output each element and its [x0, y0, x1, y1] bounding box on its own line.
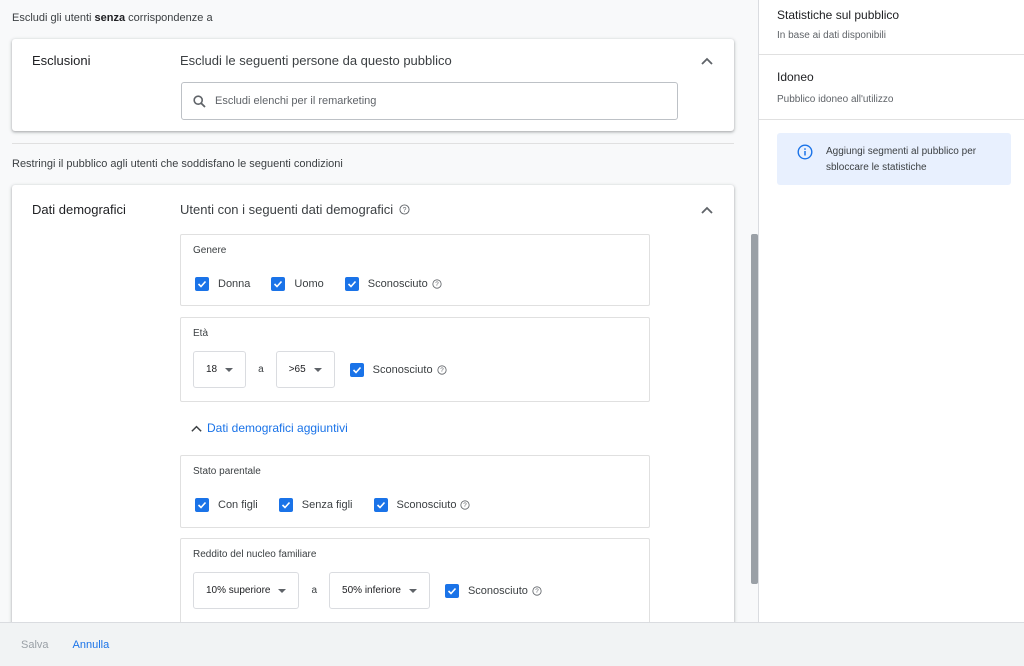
gender-checkbox-donna[interactable]: Donna — [195, 277, 250, 291]
income-from-value: 10% superiore — [206, 585, 271, 596]
checkbox-label: Uomo — [294, 278, 324, 290]
help-icon[interactable]: ? — [532, 585, 542, 596]
age-range: 18 a >65 Sconosciuto ? — [193, 351, 468, 388]
eligible-subtitle: Pubblico idoneo all'utilizzo — [777, 94, 894, 105]
save-button[interactable]: Salva — [21, 639, 49, 651]
stats-title: Statistiche sul pubblico — [777, 8, 900, 22]
checkbox-label: Senza figli — [301, 499, 353, 511]
checkbox-checked-icon[interactable] — [444, 583, 459, 598]
cancel-button[interactable]: Annulla — [73, 639, 110, 651]
footer-bar: Salva Annulla — [0, 622, 1024, 666]
divider — [759, 119, 1024, 120]
checkbox-checked-icon[interactable] — [271, 277, 286, 291]
gender-options: Donna Uomo Sconosciuto ? — [195, 277, 463, 291]
search-placeholder: Escludi elenchi per il remarketing — [215, 95, 377, 107]
gender-checkbox-uomo[interactable]: Uomo — [271, 277, 324, 291]
income-label: Reddito del nucleo familiare — [193, 549, 317, 560]
svg-text:?: ? — [403, 207, 407, 214]
exclusions-subtitle-text: Escludi le seguenti persone da questo pu… — [180, 53, 452, 68]
age-section: Età 18 a >65 Sconosciuto ? — [180, 317, 650, 402]
info-icon — [797, 144, 813, 160]
parental-label: Stato parentale — [193, 466, 261, 477]
dropdown-caret-icon — [313, 367, 322, 372]
parental-checkbox-sconosciuto[interactable]: Sconosciuto ? — [373, 498, 471, 512]
divider — [759, 54, 1024, 55]
exclusions-card: Esclusioni Escludi le seguenti persone d… — [12, 39, 734, 131]
age-to-value: >65 — [288, 364, 306, 375]
income-range-separator: a — [311, 585, 318, 596]
additional-demographics-toggle[interactable]: Dati demografici aggiuntivi — [190, 421, 348, 435]
exclusions-subtitle: Escludi le seguenti persone da questo pu… — [180, 53, 452, 68]
audience-stats-panel: Statistiche sul pubblico In base ai dati… — [758, 0, 1024, 622]
svg-text:?: ? — [435, 281, 439, 288]
svg-text:?: ? — [464, 502, 468, 509]
checkbox-checked-icon[interactable] — [278, 498, 293, 512]
additional-demographics-label: Dati demografici aggiuntivi — [207, 421, 348, 435]
exclude-intro: Escludi gli utenti senza corrispondenze … — [12, 12, 213, 24]
exclude-intro-suffix: corrispondenze a — [125, 12, 213, 24]
checkbox-checked-icon[interactable] — [344, 277, 359, 291]
checkbox-label: Sconosciuto — [467, 584, 528, 597]
exclude-intro-prefix: Escludi gli utenti — [12, 12, 95, 24]
checkbox-label: Con figli — [218, 499, 258, 511]
help-icon[interactable]: ? — [437, 364, 447, 375]
parental-checkbox-senza-figli[interactable]: Senza figli — [278, 498, 353, 512]
parental-section: Stato parentale Con figli Senza figli Sc… — [180, 455, 650, 528]
stats-subtitle: In base ai dati disponibili — [777, 30, 886, 41]
checkbox-label: Sconosciuto — [367, 278, 428, 290]
demographics-subtitle-text: Utenti con i seguenti dati demografici — [180, 202, 394, 217]
demographics-subtitle: Utenti con i seguenti dati demografici ? — [180, 202, 410, 217]
checkbox-checked-icon[interactable] — [195, 277, 209, 291]
age-range-separator: a — [258, 364, 264, 375]
age-from-dropdown[interactable]: 18 — [193, 351, 247, 388]
income-to-dropdown[interactable]: 50% inferiore — [329, 572, 430, 609]
dropdown-caret-icon — [408, 588, 417, 593]
divider — [12, 143, 734, 144]
age-from-value: 18 — [206, 364, 218, 375]
checkbox-label: Sconosciuto — [396, 499, 457, 511]
checkbox-checked-icon[interactable] — [349, 362, 364, 377]
info-text: Aggiungi segmenti al pubblico per sblocc… — [826, 146, 977, 173]
income-section: Reddito del nucleo familiare 10% superio… — [180, 538, 650, 622]
remarketing-search-input[interactable]: Escludi elenchi per il remarketing — [181, 82, 678, 120]
checkbox-label: Donna — [218, 278, 251, 290]
chevron-up-icon[interactable] — [700, 203, 714, 217]
checkbox-checked-icon[interactable] — [195, 498, 209, 512]
checkbox-label: Sconosciuto — [372, 363, 433, 376]
help-icon[interactable]: ? — [460, 500, 471, 510]
income-range: 10% superiore a 50% inferiore Sconosciut… — [193, 572, 563, 609]
svg-text:?: ? — [535, 588, 539, 595]
help-icon[interactable]: ? — [432, 279, 442, 289]
main-panel: Escludi gli utenti senza corrispondenze … — [0, 0, 758, 622]
chevron-up-icon[interactable] — [700, 54, 714, 68]
help-icon[interactable]: ? — [399, 204, 410, 215]
parental-options: Con figli Senza figli Sconosciuto ? — [195, 498, 491, 512]
restrict-intro: Restringi il pubblico agli utenti che so… — [12, 158, 343, 170]
age-label: Età — [193, 328, 209, 339]
gender-label: Genere — [193, 245, 227, 256]
chevron-up-icon — [191, 425, 202, 432]
income-checkbox-sconosciuto[interactable]: Sconosciuto ? — [444, 583, 542, 598]
income-to-value: 50% inferiore — [342, 585, 401, 596]
parental-checkbox-con-figli[interactable]: Con figli — [195, 498, 258, 512]
svg-text:?: ? — [440, 367, 444, 374]
dropdown-caret-icon — [225, 367, 234, 372]
gender-section: Genere Donna Uomo Sconosciuto ? — [180, 234, 650, 306]
age-to-dropdown[interactable]: >65 — [275, 351, 335, 388]
info-banner: Aggiungi segmenti al pubblico per sblocc… — [777, 133, 1011, 185]
exclude-intro-bold: senza — [94, 12, 126, 24]
age-checkbox-sconosciuto[interactable]: Sconosciuto ? — [349, 362, 447, 377]
gender-checkbox-sconosciuto[interactable]: Sconosciuto ? — [344, 277, 442, 291]
search-icon — [193, 94, 206, 108]
dropdown-caret-icon — [278, 588, 287, 593]
demographics-title: Dati demografici — [32, 202, 126, 217]
income-from-dropdown[interactable]: 10% superiore — [193, 572, 300, 609]
exclusions-title: Esclusioni — [32, 53, 91, 68]
eligible-title: Idoneo — [777, 70, 814, 84]
checkbox-checked-icon[interactable] — [373, 498, 388, 512]
scrollbar[interactable] — [751, 234, 758, 584]
